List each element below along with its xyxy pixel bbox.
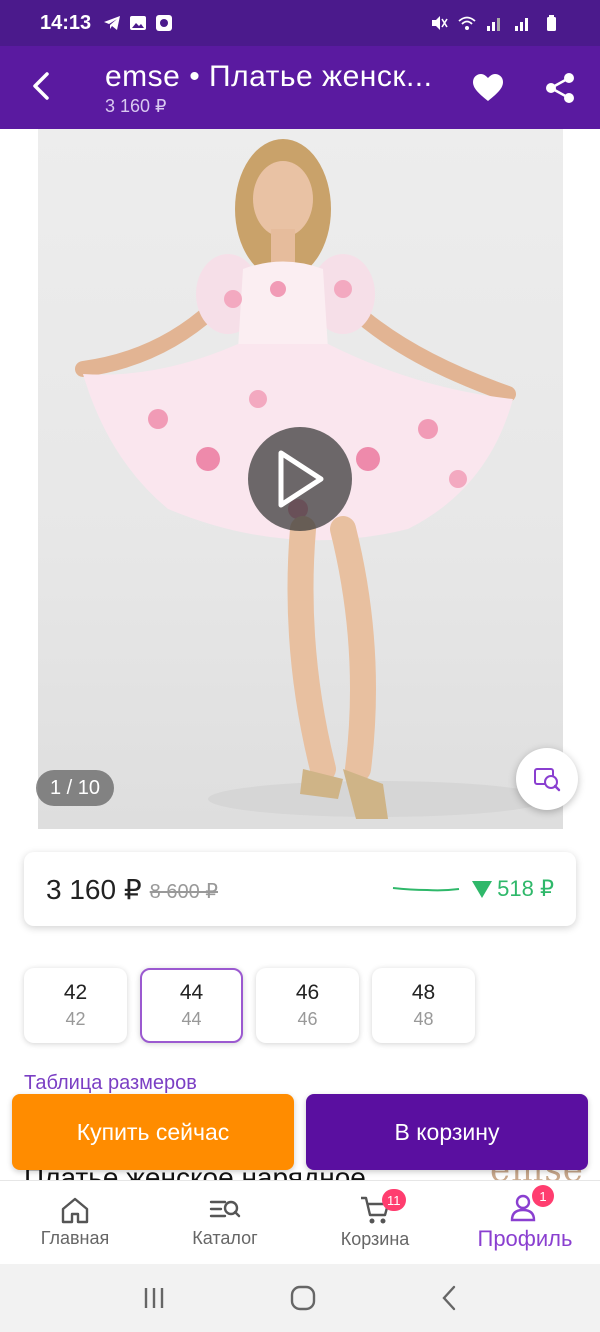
old-price: 8 600 ₽: [149, 880, 219, 903]
add-to-cart-button[interactable]: В корзину: [306, 1094, 588, 1170]
nav-label: Корзина: [340, 1229, 410, 1249]
play-icon: [278, 450, 324, 508]
nav-item-cart[interactable]: 11 Корзина: [300, 1181, 450, 1264]
size-option-46[interactable]: 46 46: [256, 968, 359, 1043]
home-circle-icon[interactable]: [289, 1284, 317, 1312]
size-label: 42: [63, 981, 88, 1004]
signal-roaming-icon: [515, 18, 528, 31]
home-icon: [61, 1197, 89, 1224]
size-option-48[interactable]: 48 48: [372, 968, 475, 1043]
back-button[interactable]: [22, 66, 62, 106]
size-label: 46: [295, 981, 320, 1004]
size-sublabel: 48: [413, 1009, 434, 1029]
buy-now-button[interactable]: Купить сейчас: [12, 1094, 294, 1170]
nav-label: Профиль: [477, 1225, 573, 1251]
nav-item-catalog[interactable]: Каталог: [150, 1181, 300, 1264]
gallery-icon: [130, 16, 147, 30]
price-drop-value: 518 ₽: [497, 876, 554, 901]
visual-search-button[interactable]: [516, 748, 578, 810]
nav-item-profile[interactable]: 1 Профиль: [450, 1181, 600, 1264]
share-button[interactable]: [540, 68, 580, 108]
cart-badge: 11: [382, 1189, 406, 1211]
gallery-counter: 1 / 10: [36, 770, 115, 806]
size-sublabel: 46: [297, 1009, 318, 1029]
price-history[interactable]: 518 ₽: [391, 876, 554, 902]
battery-icon: [547, 15, 556, 31]
product-photo[interactable]: [38, 129, 563, 829]
size-option-42[interactable]: 42 42: [24, 968, 127, 1043]
size-sublabel: 42: [65, 1009, 86, 1029]
status-notification-icons: [103, 14, 173, 32]
image-search-icon: [534, 768, 561, 792]
title-block: emse • Платье женск... 3 160 ₽: [105, 60, 445, 117]
size-option-44[interactable]: 44 44: [140, 968, 243, 1043]
status-time: 14:13: [40, 11, 92, 34]
system-navigation-bar: [0, 1264, 600, 1332]
nav-item-home[interactable]: Главная: [0, 1181, 150, 1264]
arrow-left-icon: [33, 72, 49, 100]
page-title: emse • Платье женск...: [105, 60, 433, 93]
app-notification-icon: [156, 15, 173, 31]
catalog-search-icon: [209, 1200, 241, 1218]
status-system-icons: [430, 14, 560, 32]
price-down-triangle-icon: [472, 881, 493, 898]
bottom-navigation: Главная Каталог 11 Корзина 1 Профиль: [0, 1180, 600, 1264]
app-bar: emse • Платье женск... 3 160 ₽: [0, 46, 600, 129]
size-label: 44: [179, 981, 204, 1004]
recent-apps-icon[interactable]: [141, 1286, 167, 1310]
page-subtitle-price: 3 160 ₽: [105, 96, 167, 116]
mute-icon: [432, 16, 448, 30]
size-label: 48: [411, 981, 436, 1004]
heart-icon: [473, 74, 503, 101]
play-video-button[interactable]: [248, 427, 352, 531]
nav-label: Каталог: [192, 1228, 258, 1248]
share-icon: [546, 73, 574, 103]
status-bar: 14:13: [0, 0, 600, 46]
size-table-link[interactable]: Таблица размеров: [24, 1072, 197, 1095]
signal-icon: [487, 18, 500, 31]
size-sublabel: 44: [181, 1009, 202, 1029]
telegram-icon: [104, 16, 121, 30]
profile-badge: 1: [532, 1185, 554, 1207]
current-price: 3 160 ₽: [46, 873, 142, 905]
favorite-button[interactable]: [468, 68, 508, 108]
nav-label: Главная: [40, 1228, 110, 1248]
size-selector: 42 42 44 44 46 46 48 48: [24, 968, 475, 1043]
system-back-icon[interactable]: [439, 1285, 459, 1311]
wifi-icon: [458, 16, 476, 30]
price-trend-sparkline-icon: [393, 887, 460, 892]
price-card[interactable]: 3 160 ₽ 8 600 ₽ 518 ₽: [24, 852, 576, 926]
